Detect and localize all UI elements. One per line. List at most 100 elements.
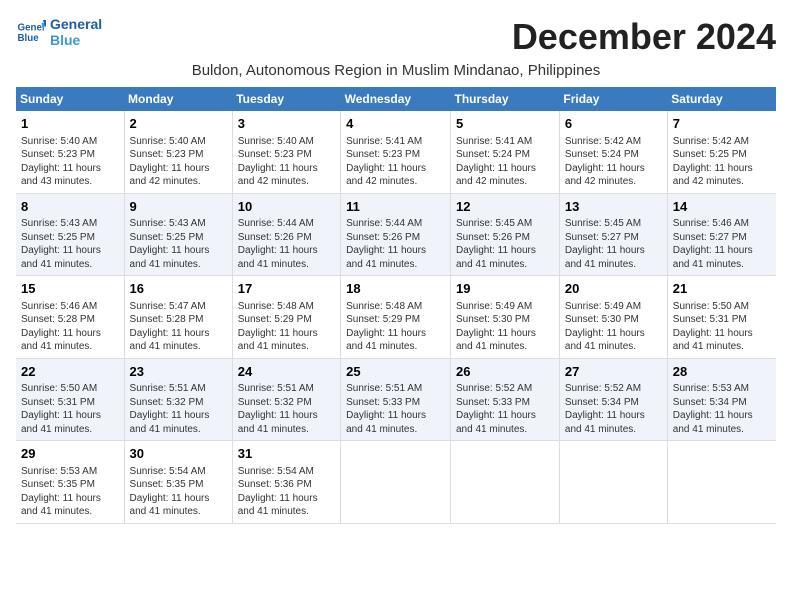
day-cell [341,441,451,524]
day-info: Sunrise: 5:48 AM Sunset: 5:29 PM Dayligh… [238,300,335,354]
day-number: 13 [565,198,662,216]
location-title: Buldon, Autonomous Region in Muslim Mind… [16,62,776,79]
day-info: Sunrise: 5:43 AM Sunset: 5:25 PM Dayligh… [130,217,227,271]
day-number: 11 [346,198,445,216]
day-cell: 10Sunrise: 5:44 AM Sunset: 5:26 PM Dayli… [232,193,340,276]
calendar-table: SundayMondayTuesdayWednesdayThursdayFrid… [16,87,776,524]
svg-text:Blue: Blue [18,33,40,44]
day-info: Sunrise: 5:50 AM Sunset: 5:31 PM Dayligh… [673,300,771,354]
day-info: Sunrise: 5:48 AM Sunset: 5:29 PM Dayligh… [346,300,445,354]
day-cell: 5 Sunrise: 5:41 AM Sunset: 5:24 PM Daylig… [451,111,560,193]
day-number: 30 [130,445,227,463]
day-number: 5 [456,115,554,133]
day-cell: 24Sunrise: 5:51 AM Sunset: 5:32 PM Dayli… [232,358,340,441]
day-number: 25 [346,363,445,381]
day-info: Sunrise: 5:42 AM Sunset: 5:24 PM Dayligh… [565,135,662,189]
day-cell: 21 Sunrise: 5:50 AM Sunset: 5:31 PM Dayli… [667,276,776,359]
day-info: Sunrise: 5:41 AM Sunset: 5:23 PM Dayligh… [346,135,445,189]
svg-text:General: General [18,23,47,34]
day-info: Sunrise: 5:50 AM Sunset: 5:31 PM Dayligh… [21,382,119,436]
page-header: General Blue General Blue December 2024 [16,16,776,58]
header-monday: Monday [124,87,232,111]
week-row-3: 15Sunrise: 5:46 AM Sunset: 5:28 PM Dayli… [16,276,776,359]
day-number: 8 [21,198,119,216]
day-number: 29 [21,445,119,463]
day-cell: 31 Sunrise: 5:54 AM Sunset: 5:36 PM Dayli… [232,441,340,524]
day-number: 17 [238,280,335,298]
week-row-5: 29 Sunrise: 5:53 AM Sunset: 5:35 PM Dayli… [16,441,776,524]
day-info: Sunrise: 5:51 AM Sunset: 5:33 PM Dayligh… [346,382,445,436]
day-cell: 30Sunrise: 5:54 AM Sunset: 5:35 PM Dayli… [124,441,232,524]
day-number: 24 [238,363,335,381]
day-number: 6 [565,115,662,133]
day-number: 12 [456,198,554,216]
week-row-4: 22Sunrise: 5:50 AM Sunset: 5:31 PM Dayli… [16,358,776,441]
day-number: 31 [238,445,335,463]
day-info: Sunrise: 5:53 AM Sunset: 5:35 PM Dayligh… [21,465,119,519]
day-cell [451,441,560,524]
day-cell: 9Sunrise: 5:43 AM Sunset: 5:25 PM Daylig… [124,193,232,276]
day-number: 20 [565,280,662,298]
day-number: 22 [21,363,119,381]
day-cell: 8Sunrise: 5:43 AM Sunset: 5:25 PM Daylig… [16,193,124,276]
day-info: Sunrise: 5:45 AM Sunset: 5:26 PM Dayligh… [456,217,554,271]
header-saturday: Saturday [667,87,776,111]
day-number: 1 [21,115,119,133]
day-info: Sunrise: 5:46 AM Sunset: 5:28 PM Dayligh… [21,300,119,354]
day-number: 23 [130,363,227,381]
day-number: 10 [238,198,335,216]
day-number: 28 [673,363,771,381]
day-cell: 17 Sunrise: 5:48 AM Sunset: 5:29 PM Dayli… [232,276,340,359]
header-sunday: Sunday [16,87,124,111]
day-number: 7 [673,115,771,133]
day-cell: 25Sunrise: 5:51 AM Sunset: 5:33 PM Dayli… [341,358,451,441]
day-info: Sunrise: 5:46 AM Sunset: 5:27 PM Dayligh… [673,217,771,271]
day-info: Sunrise: 5:49 AM Sunset: 5:30 PM Dayligh… [456,300,554,354]
day-cell: 23Sunrise: 5:51 AM Sunset: 5:32 PM Dayli… [124,358,232,441]
header-tuesday: Tuesday [232,87,340,111]
day-cell: 29 Sunrise: 5:53 AM Sunset: 5:35 PM Dayli… [16,441,124,524]
day-cell: 6 Sunrise: 5:42 AM Sunset: 5:24 PM Daylig… [559,111,667,193]
calendar-header-row: SundayMondayTuesdayWednesdayThursdayFrid… [16,87,776,111]
day-cell: 28Sunrise: 5:53 AM Sunset: 5:34 PM Dayli… [667,358,776,441]
day-info: Sunrise: 5:43 AM Sunset: 5:25 PM Dayligh… [21,217,119,271]
day-cell: 16Sunrise: 5:47 AM Sunset: 5:28 PM Dayli… [124,276,232,359]
day-info: Sunrise: 5:42 AM Sunset: 5:25 PM Dayligh… [673,135,771,189]
day-number: 3 [238,115,335,133]
week-row-1: 1 Sunrise: 5:40 AM Sunset: 5:23 PM Daylig… [16,111,776,193]
header-friday: Friday [559,87,667,111]
day-cell: 15Sunrise: 5:46 AM Sunset: 5:28 PM Dayli… [16,276,124,359]
day-info: Sunrise: 5:45 AM Sunset: 5:27 PM Dayligh… [565,217,662,271]
day-info: Sunrise: 5:53 AM Sunset: 5:34 PM Dayligh… [673,382,771,436]
day-cell [559,441,667,524]
logo: General Blue General Blue [16,16,102,48]
day-info: Sunrise: 5:44 AM Sunset: 5:26 PM Dayligh… [346,217,445,271]
day-cell: 27Sunrise: 5:52 AM Sunset: 5:34 PM Dayli… [559,358,667,441]
day-info: Sunrise: 5:41 AM Sunset: 5:24 PM Dayligh… [456,135,554,189]
day-cell: 12Sunrise: 5:45 AM Sunset: 5:26 PM Dayli… [451,193,560,276]
header-wednesday: Wednesday [341,87,451,111]
day-cell: 1Sunrise: 5:40 AM Sunset: 5:23 PM Daylig… [16,111,124,193]
day-number: 14 [673,198,771,216]
day-cell: 7 Sunrise: 5:42 AM Sunset: 5:25 PM Daylig… [667,111,776,193]
day-info: Sunrise: 5:51 AM Sunset: 5:32 PM Dayligh… [130,382,227,436]
day-cell: 26Sunrise: 5:52 AM Sunset: 5:33 PM Dayli… [451,358,560,441]
day-info: Sunrise: 5:51 AM Sunset: 5:32 PM Dayligh… [238,382,335,436]
day-info: Sunrise: 5:44 AM Sunset: 5:26 PM Dayligh… [238,217,335,271]
day-info: Sunrise: 5:54 AM Sunset: 5:36 PM Dayligh… [238,465,335,519]
logo-icon: General Blue [16,17,46,47]
day-cell: 18Sunrise: 5:48 AM Sunset: 5:29 PM Dayli… [341,276,451,359]
day-info: Sunrise: 5:52 AM Sunset: 5:33 PM Dayligh… [456,382,554,436]
day-cell: 22Sunrise: 5:50 AM Sunset: 5:31 PM Dayli… [16,358,124,441]
day-number: 4 [346,115,445,133]
day-number: 19 [456,280,554,298]
day-number: 16 [130,280,227,298]
day-cell: 13Sunrise: 5:45 AM Sunset: 5:27 PM Dayli… [559,193,667,276]
logo-text: General Blue [50,16,102,48]
day-number: 26 [456,363,554,381]
day-number: 21 [673,280,771,298]
day-info: Sunrise: 5:40 AM Sunset: 5:23 PM Dayligh… [238,135,335,189]
day-info: Sunrise: 5:52 AM Sunset: 5:34 PM Dayligh… [565,382,662,436]
day-number: 9 [130,198,227,216]
day-cell: 20Sunrise: 5:49 AM Sunset: 5:30 PM Dayli… [559,276,667,359]
